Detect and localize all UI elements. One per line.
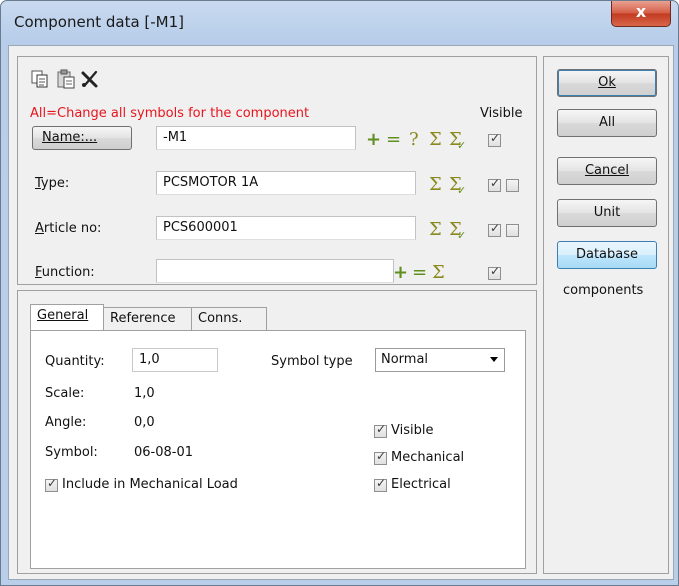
article-input[interactable]: PCS600001 bbox=[156, 216, 416, 240]
type-visible-checkbox[interactable] bbox=[488, 176, 501, 192]
mechanical-checkbox[interactable] bbox=[374, 449, 387, 465]
minus-icon[interactable]: = bbox=[412, 264, 427, 282]
title-bar[interactable]: Component data [-M1] x bbox=[1, 1, 678, 45]
include-mechanical-load-checkbox[interactable] bbox=[45, 476, 58, 492]
tab-conns[interactable]: Conns. bbox=[191, 307, 267, 331]
article-visible-checkbox[interactable] bbox=[488, 221, 501, 237]
type-label: Type: bbox=[35, 176, 70, 191]
sigma-icon[interactable]: Σ bbox=[432, 264, 445, 282]
change-all-hint: All=Change all symbols for the component bbox=[30, 106, 310, 121]
ok-button[interactable]: Ok bbox=[557, 69, 657, 97]
quantity-label: Quantity: bbox=[45, 354, 105, 369]
tab-general-label: General bbox=[37, 308, 89, 323]
copy-icon[interactable] bbox=[30, 69, 50, 89]
minus-icon[interactable]: = bbox=[386, 131, 401, 149]
visible-label: Visible bbox=[391, 423, 434, 438]
database-button-label: Database bbox=[575, 247, 639, 262]
symbol-type-select[interactable]: Normal bbox=[375, 348, 505, 372]
question-icon[interactable]: ? bbox=[409, 131, 419, 149]
electrical-label: Electrical bbox=[391, 477, 451, 492]
general-tab-page: Quantity: 1,0 Symbol type Normal Scale: … bbox=[30, 330, 526, 569]
name-visible-checkbox[interactable] bbox=[488, 131, 501, 147]
name-button-label: Name:... bbox=[42, 130, 98, 145]
sigma-check-icon[interactable]: Σ ✓ bbox=[449, 131, 466, 153]
tab-general[interactable]: General bbox=[30, 304, 104, 331]
component-data-window: Component data [-M1] x All=Change all sy… bbox=[0, 0, 679, 586]
unit-button[interactable]: Unit bbox=[557, 199, 657, 227]
unit-button-label: Unit bbox=[593, 205, 621, 220]
symbol-type-label: Symbol type bbox=[271, 354, 353, 369]
all-button-label: All bbox=[598, 115, 616, 130]
article-label: Article no: bbox=[35, 221, 102, 236]
tab-control: General Reference Conns. Quantity: 1,0 S… bbox=[30, 304, 526, 569]
details-panel: General Reference Conns. Quantity: 1,0 S… bbox=[17, 290, 537, 574]
close-button[interactable]: x bbox=[611, 1, 671, 27]
name-button[interactable]: Name:... bbox=[32, 126, 132, 150]
delete-icon[interactable] bbox=[80, 69, 100, 89]
scale-label: Scale: bbox=[45, 386, 85, 401]
window-title: Component data [-M1] bbox=[14, 13, 185, 31]
database-button[interactable]: Database bbox=[557, 241, 657, 269]
cancel-button[interactable]: Cancel bbox=[557, 157, 657, 185]
mechanical-label: Mechanical bbox=[391, 450, 465, 465]
plus-icon[interactable]: + bbox=[393, 264, 408, 282]
name-input[interactable]: -M1 bbox=[156, 126, 356, 150]
article-extra-checkbox[interactable] bbox=[506, 224, 519, 237]
quantity-input[interactable]: 1,0 bbox=[132, 348, 218, 372]
include-mechanical-load-label: Include in Mechanical Load bbox=[62, 477, 238, 492]
type-input[interactable]: PCSMOTOR 1A bbox=[156, 171, 416, 195]
dialog-client: All=Change all symbols for the component… bbox=[8, 45, 674, 580]
symbol-label: Symbol: bbox=[45, 445, 98, 460]
tab-reference[interactable]: Reference bbox=[103, 307, 192, 331]
plus-icon[interactable]: + bbox=[366, 131, 381, 149]
sigma-icon[interactable]: Σ bbox=[429, 221, 442, 239]
sigma-icon[interactable]: Σ bbox=[429, 176, 442, 194]
function-label: Function: bbox=[35, 265, 95, 280]
sigma-icon[interactable]: Σ bbox=[429, 131, 442, 149]
paste-icon[interactable] bbox=[56, 69, 76, 89]
symbol-value: 06-08-01 bbox=[134, 445, 194, 460]
tab-conns-label: Conns. bbox=[198, 311, 243, 326]
cancel-button-label: Cancel bbox=[584, 163, 630, 178]
close-icon: x bbox=[635, 2, 647, 21]
sigma-check-icon[interactable]: Σ ✓ bbox=[449, 221, 466, 243]
function-input[interactable] bbox=[156, 259, 394, 283]
visible-column-header: Visible bbox=[480, 106, 523, 121]
angle-label: Angle: bbox=[45, 415, 87, 430]
electrical-checkbox[interactable] bbox=[374, 476, 387, 492]
symbol-type-value: Normal bbox=[381, 352, 429, 367]
ok-button-label: Ok bbox=[598, 75, 616, 90]
component-fields-panel: All=Change all symbols for the component… bbox=[17, 56, 537, 285]
tab-reference-label: Reference bbox=[110, 311, 176, 326]
visible-checkbox[interactable] bbox=[374, 422, 387, 438]
chevron-down-icon bbox=[490, 357, 498, 362]
scale-value: 1,0 bbox=[134, 386, 155, 401]
action-buttons-panel: Ok All Cancel Unit Database components bbox=[543, 56, 669, 574]
components-label: components bbox=[563, 283, 644, 298]
angle-value: 0,0 bbox=[134, 415, 155, 430]
type-extra-checkbox[interactable] bbox=[506, 179, 519, 192]
function-visible-checkbox[interactable] bbox=[488, 264, 501, 280]
all-button[interactable]: All bbox=[557, 109, 657, 137]
sigma-check-icon[interactable]: Σ ✓ bbox=[449, 176, 466, 198]
